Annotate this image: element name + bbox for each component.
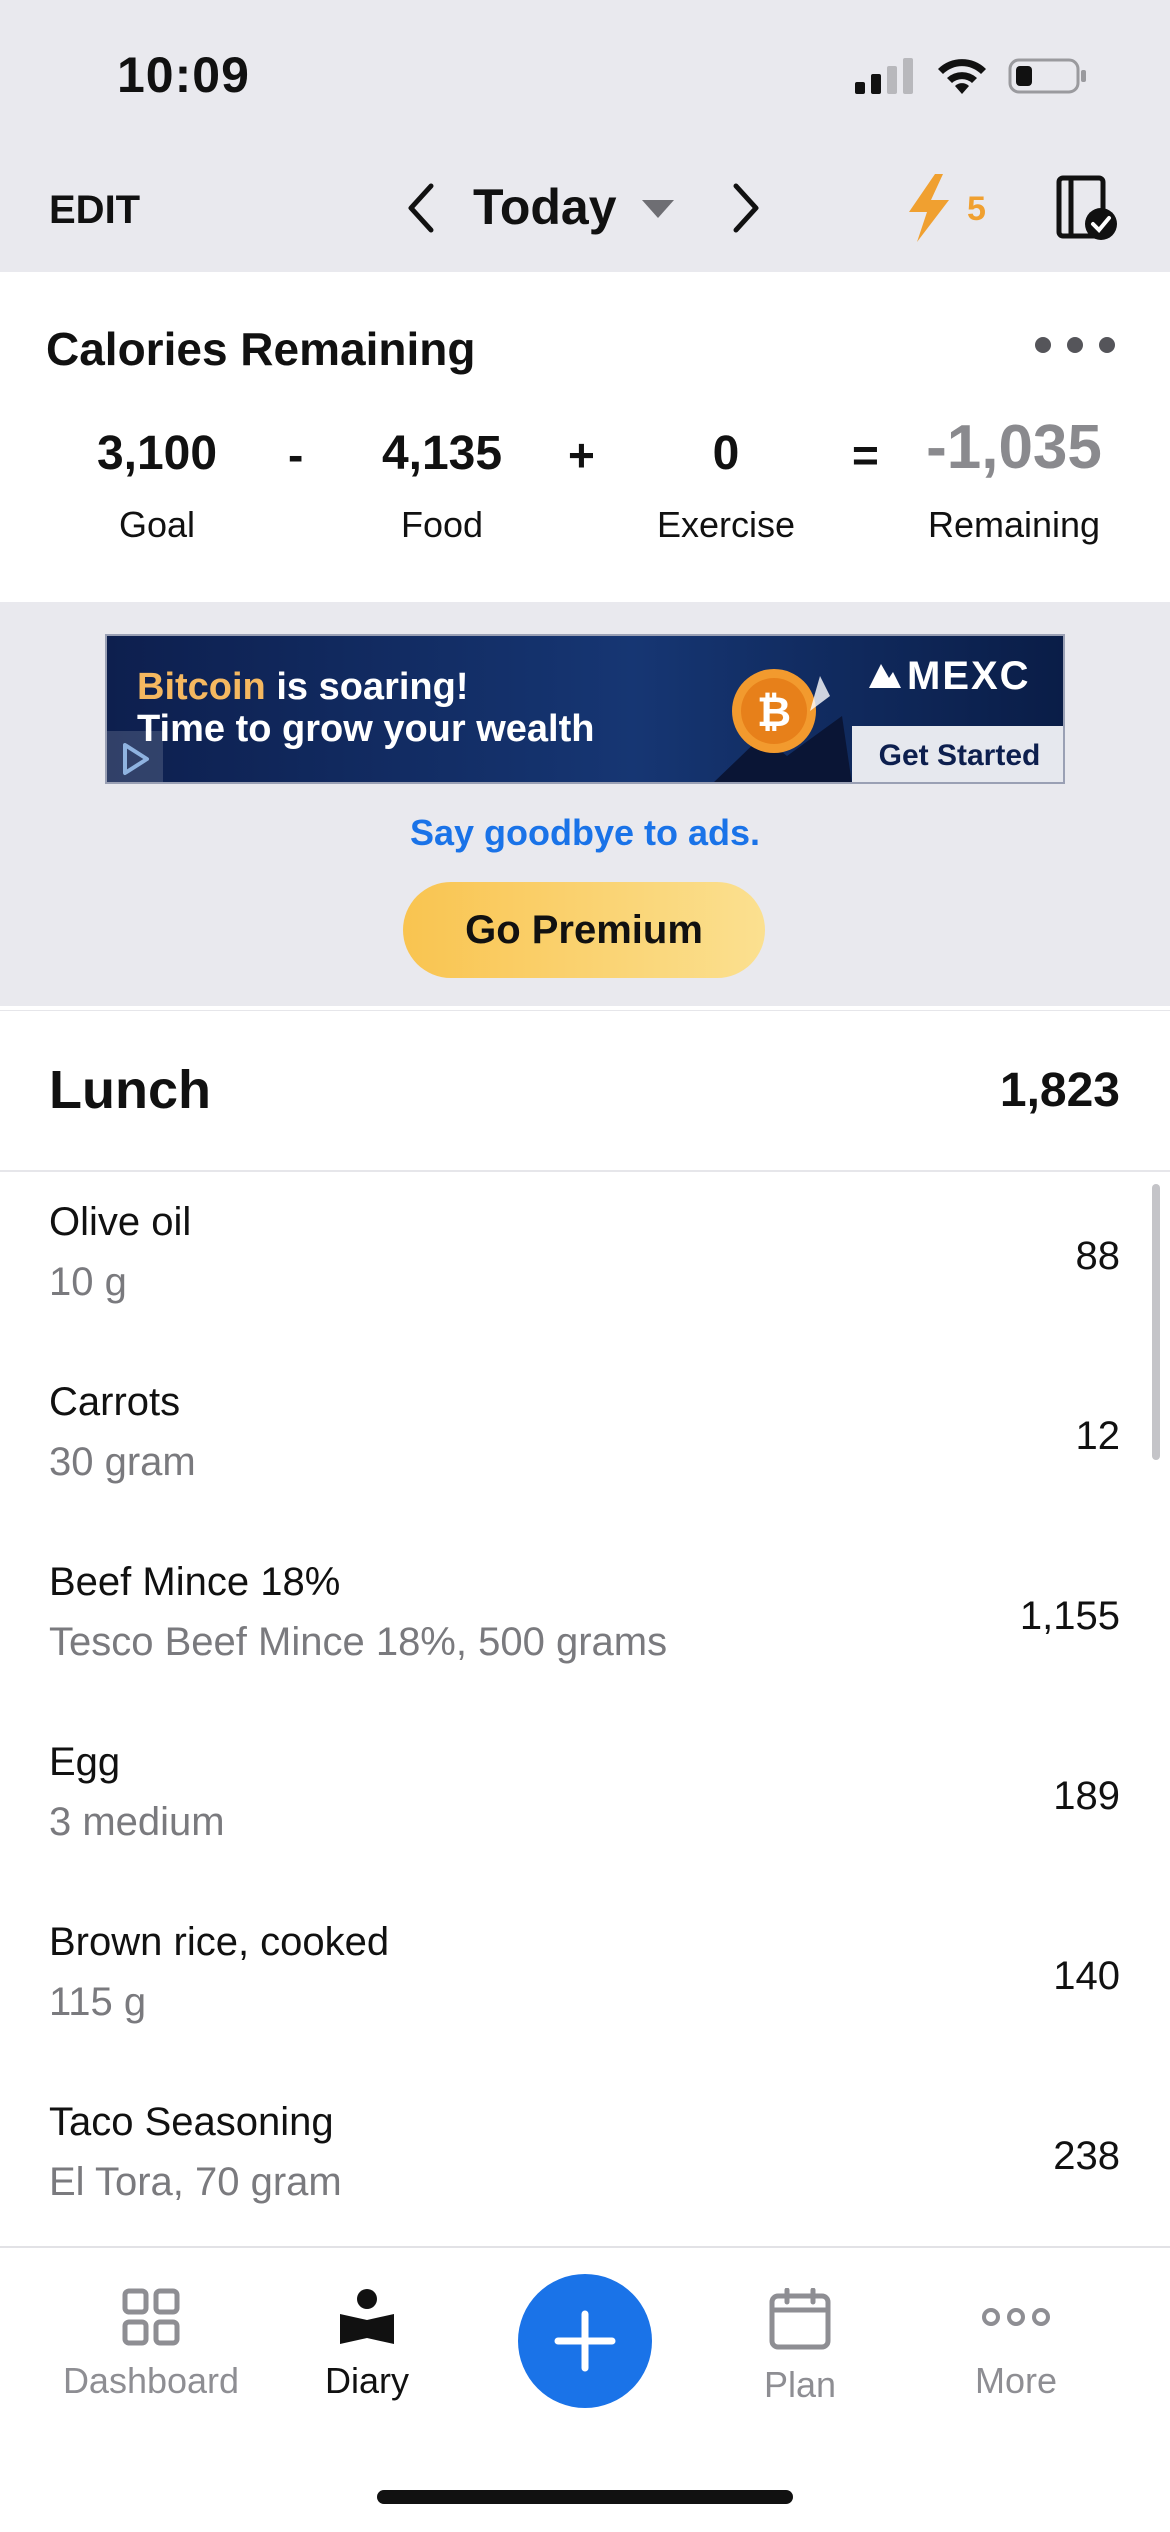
goal-label: Goal xyxy=(118,504,196,545)
calories-title: Calories Remaining xyxy=(46,323,476,375)
food-name: Beef Mince 18% xyxy=(49,1560,341,1604)
goal-value: 3,100 xyxy=(96,427,218,480)
food-calories: 140 xyxy=(1053,1954,1120,1998)
food-item[interactable]: Carrots 30 gram 12 xyxy=(0,1352,1170,1532)
ad-section: Bitcoin is soaring! Time to grow your we… xyxy=(0,602,1170,1006)
ad-get-started-button[interactable]: Get Started xyxy=(852,726,1063,782)
tab-label: Dashboard xyxy=(62,2360,240,2401)
food-label: Food xyxy=(400,504,484,545)
chevron-left-icon[interactable] xyxy=(403,180,439,236)
minus-operator: - xyxy=(288,429,304,481)
food-value: 4,135 xyxy=(381,427,503,480)
food-name: Egg xyxy=(49,1740,121,1784)
ad-brand: MEXC xyxy=(907,654,1031,698)
dashboard-grid-icon xyxy=(122,2288,180,2346)
food-serving: El Tora, 70 gram xyxy=(49,2160,342,2204)
food-name: Carrots xyxy=(49,1380,181,1424)
wifi-icon xyxy=(938,59,986,94)
diary-header: EDIT Today 5 xyxy=(0,140,1170,272)
food-name: Brown rice, cooked xyxy=(49,1920,390,1964)
more-dots-icon xyxy=(982,2308,1050,2326)
diary-reader-icon xyxy=(340,2289,394,2344)
tab-label: Plan xyxy=(763,2364,837,2405)
food-calories: 238 xyxy=(1053,2134,1120,2178)
tab-dashboard[interactable]: Dashboard xyxy=(41,2288,261,2402)
status-bar: 10:09 xyxy=(0,0,1170,140)
food-serving: 10 g xyxy=(49,1260,127,1304)
tab-label: More xyxy=(974,2360,1058,2401)
calories-remaining-card: Calories Remaining 3,100 Goal - 4,135 Fo… xyxy=(0,272,1170,602)
food-name: Olive oil xyxy=(49,1200,192,1244)
exercise-label: Exercise xyxy=(656,504,796,545)
meal-name: Lunch xyxy=(49,1060,211,1120)
chevron-right-icon[interactable] xyxy=(728,180,764,236)
plus-operator: + xyxy=(568,429,595,481)
food-serving: 3 medium xyxy=(49,1800,225,1844)
food-calories: 1,155 xyxy=(1019,1594,1120,1638)
food-item[interactable]: Beef Mince 18% Tesco Beef Mince 18%, 500… xyxy=(0,1532,1170,1712)
food-calories: 189 xyxy=(1053,1774,1120,1818)
battery-icon xyxy=(1008,58,1086,94)
tab-diary[interactable]: Diary xyxy=(257,2288,477,2402)
food-name: Taco Seasoning xyxy=(49,2100,334,2144)
exercise-value: 0 xyxy=(712,427,740,480)
mexc-logo-icon xyxy=(869,664,901,688)
food-item[interactable]: Olive oil 10 g 88 xyxy=(0,1172,1170,1352)
food-item[interactable]: Egg 3 medium 189 xyxy=(0,1712,1170,1892)
equals-operator: = xyxy=(852,429,879,481)
food-serving: 30 gram xyxy=(49,1440,196,1484)
add-button[interactable] xyxy=(518,2274,652,2408)
more-options-icon[interactable] xyxy=(1032,334,1118,356)
lightning-icon[interactable] xyxy=(895,170,1025,246)
tab-more[interactable]: More xyxy=(906,2288,1126,2402)
bitcoin-coin-icon: ₿ xyxy=(714,669,852,782)
food-calories: 88 xyxy=(1075,1234,1121,1278)
ad-banner[interactable]: Bitcoin is soaring! Time to grow your we… xyxy=(105,634,1065,784)
streak-count[interactable]: 5 xyxy=(967,190,986,229)
food-calories: 12 xyxy=(1075,1414,1121,1458)
edit-button[interactable]: EDIT xyxy=(49,188,140,233)
remaining-label: Remaining xyxy=(927,504,1101,545)
remaining-value: -1,035 xyxy=(926,413,1102,482)
status-time: 10:09 xyxy=(117,47,250,103)
scrollbar[interactable] xyxy=(1152,1184,1160,1460)
meal-total-calories: 1,823 xyxy=(999,1064,1120,1117)
food-list: Olive oil 10 g 88 Carrots 30 gram 12 Bee… xyxy=(0,1172,1170,2246)
svg-text:₿: ₿ xyxy=(757,687,791,736)
tab-label: Diary xyxy=(324,2360,409,2401)
checked-book-icon[interactable] xyxy=(1055,174,1119,242)
ad-headline: Bitcoin is soaring! xyxy=(137,666,469,709)
signal-icon xyxy=(855,58,913,94)
ad-highlight: Bitcoin xyxy=(137,666,266,708)
calendar-icon xyxy=(769,2288,831,2350)
meal-header[interactable]: Lunch 1,823 xyxy=(0,1010,1170,1172)
food-serving: 115 g xyxy=(49,1980,147,2024)
ad-headline-rest: is soaring! xyxy=(265,666,469,708)
food-item[interactable]: Taco Seasoning El Tora, 70 gram 238 xyxy=(0,2072,1170,2246)
food-item[interactable]: Brown rice, cooked 115 g 140 xyxy=(0,1892,1170,2072)
home-indicator xyxy=(377,2490,793,2504)
go-premium-button[interactable]: Go Premium xyxy=(403,882,765,978)
caret-down-icon[interactable] xyxy=(640,196,676,220)
remove-ads-link[interactable]: Say goodbye to ads. xyxy=(0,812,1170,854)
tab-plan[interactable]: Plan xyxy=(690,2288,910,2406)
food-serving: Tesco Beef Mince 18%, 500 grams xyxy=(49,1620,668,1664)
ad-choices-icon[interactable] xyxy=(107,731,163,782)
ad-subline: Time to grow your wealth xyxy=(137,708,595,750)
date-selector[interactable]: Today xyxy=(473,178,617,236)
plus-icon xyxy=(554,2310,616,2372)
